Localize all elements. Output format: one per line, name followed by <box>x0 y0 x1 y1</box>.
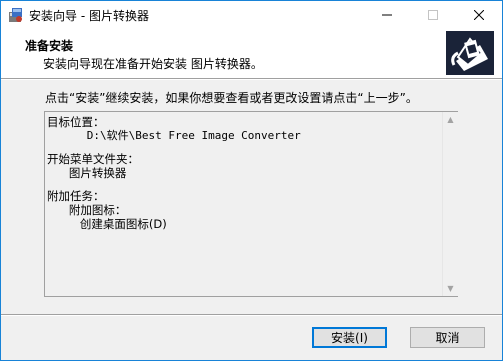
memo-startmenu-label: 开始菜单文件夹： <box>47 152 139 166</box>
memo-tasks-item: 创建桌面图标(D) <box>47 217 167 231</box>
memo-target-value: D:\软件\Best Free Image Converter <box>47 129 301 142</box>
memo-target-label: 目标位置： <box>47 115 105 129</box>
maximize-button[interactable] <box>410 1 456 29</box>
installer-window: 安装向导 - 图片转换器 准备安装 安装向导现在准备开始安装 图片转换器。 点击… <box>0 0 503 361</box>
installer-app-icon <box>9 8 22 22</box>
instruction-text: 点击“安装”继续安装，如果你想要查看或者更改设置请点击“上一步”。 <box>45 91 418 105</box>
memo-tasks-label: 附加任务： <box>47 189 105 203</box>
page-title: 准备安装 <box>25 39 74 53</box>
minimize-button[interactable] <box>364 1 410 29</box>
cancel-button[interactable]: 取消 <box>410 327 485 348</box>
memo-scrollbar[interactable]: ▲ ▼ <box>442 112 458 296</box>
memo-startmenu-value: 图片转换器 <box>47 166 127 180</box>
window-title: 安装向导 - 图片转换器 <box>29 9 149 23</box>
maximize-icon <box>428 10 438 20</box>
ready-memo[interactable]: 目标位置： D:\软件\Best Free Image Converter 开始… <box>44 111 458 297</box>
page-subtitle: 安装向导现在准备开始安装 图片转换器。 <box>43 57 263 71</box>
scroll-up-icon[interactable]: ▲ <box>443 112 458 127</box>
title-bar[interactable]: 安装向导 - 图片转换器 <box>1 1 502 29</box>
memo-tasks-sub-label: 附加图标： <box>47 203 127 217</box>
wizard-header: 准备安装 安装向导现在准备开始安装 图片转换器。 <box>1 29 502 78</box>
scroll-down-icon[interactable]: ▼ <box>443 281 458 296</box>
install-button[interactable]: 安装(I) <box>312 327 387 348</box>
close-button[interactable] <box>456 1 502 29</box>
close-icon <box>474 10 484 20</box>
minimize-icon <box>382 14 392 16</box>
installer-logo-icon <box>446 31 494 75</box>
memo-content: 目标位置： D:\软件\Best Free Image Converter 开始… <box>45 112 442 299</box>
